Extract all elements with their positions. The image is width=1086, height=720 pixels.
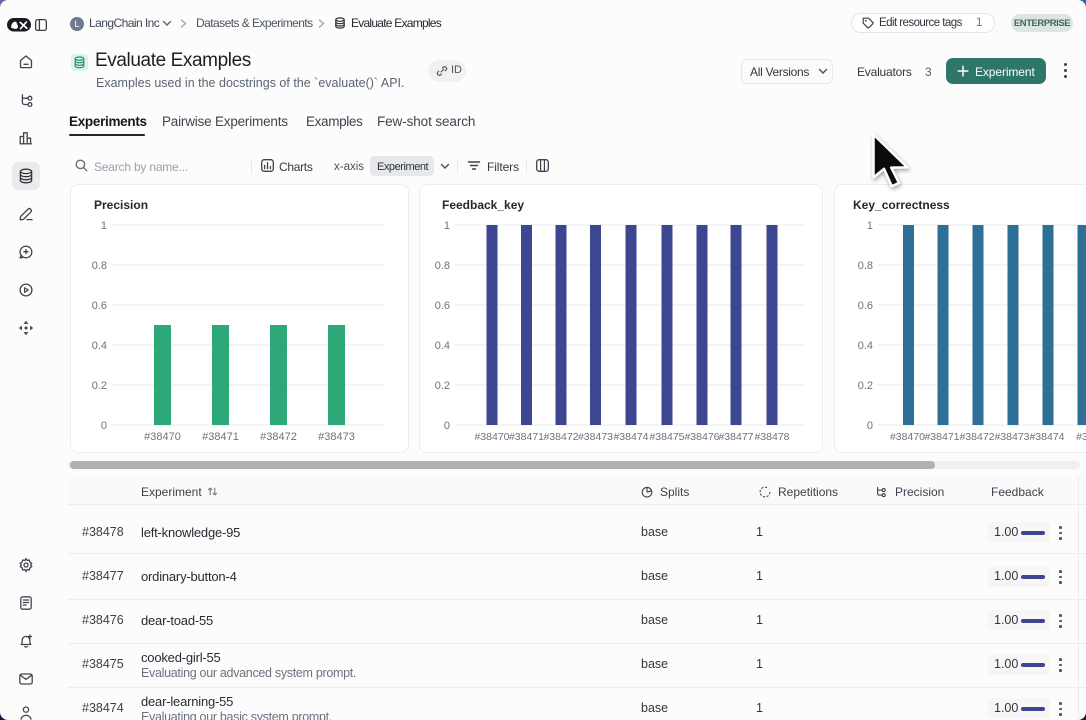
svg-text:#38470: #38470 <box>890 431 925 443</box>
svg-text:0.6: 0.6 <box>92 300 107 312</box>
svg-text:0.2: 0.2 <box>435 380 450 392</box>
svg-text:0.2: 0.2 <box>858 380 873 392</box>
svg-text:#38472: #38472 <box>543 431 578 443</box>
svg-text:0.8: 0.8 <box>92 260 107 272</box>
svg-text:0.4: 0.4 <box>858 340 873 352</box>
svg-text:#38476: #38476 <box>684 431 719 443</box>
svg-text:0.4: 0.4 <box>435 340 450 352</box>
svg-text:#38471: #38471 <box>509 431 544 443</box>
svg-text:0.6: 0.6 <box>858 300 873 312</box>
svg-text:Key_correctness: Key_correctness <box>853 198 950 212</box>
svg-text:#38472: #38472 <box>260 431 297 443</box>
svg-text:0: 0 <box>867 420 873 432</box>
svg-text:1: 1 <box>444 220 450 232</box>
svg-text:#38478: #38478 <box>754 431 789 443</box>
svg-text:#38474: #38474 <box>613 431 648 443</box>
svg-text:1: 1 <box>867 220 873 232</box>
svg-text:#38471: #38471 <box>924 431 959 443</box>
svg-text:Feedback_key: Feedback_key <box>442 198 524 212</box>
svg-text:#38477: #38477 <box>718 431 753 443</box>
svg-text:1: 1 <box>101 220 107 232</box>
svg-text:#38471: #38471 <box>202 431 239 443</box>
svg-text:0.2: 0.2 <box>92 380 107 392</box>
svg-text:#38470: #38470 <box>144 431 181 443</box>
svg-text:0.8: 0.8 <box>435 260 450 272</box>
svg-text:0.6: 0.6 <box>435 300 450 312</box>
svg-text:0: 0 <box>444 420 450 432</box>
svg-text:#38475: #38475 <box>649 431 684 443</box>
svg-text:0: 0 <box>101 420 107 432</box>
svg-text:0.4: 0.4 <box>92 340 107 352</box>
svg-text:0.8: 0.8 <box>858 260 873 272</box>
svg-text:#3: #3 <box>1076 431 1086 443</box>
svg-text:#38473: #38473 <box>994 431 1029 443</box>
svg-text:#38473: #38473 <box>578 431 613 443</box>
svg-text:#38470: #38470 <box>474 431 509 443</box>
svg-text:#38474: #38474 <box>1029 431 1064 443</box>
svg-text:Precision: Precision <box>94 198 148 212</box>
svg-text:#38473: #38473 <box>318 431 355 443</box>
svg-text:#38472: #38472 <box>959 431 994 443</box>
